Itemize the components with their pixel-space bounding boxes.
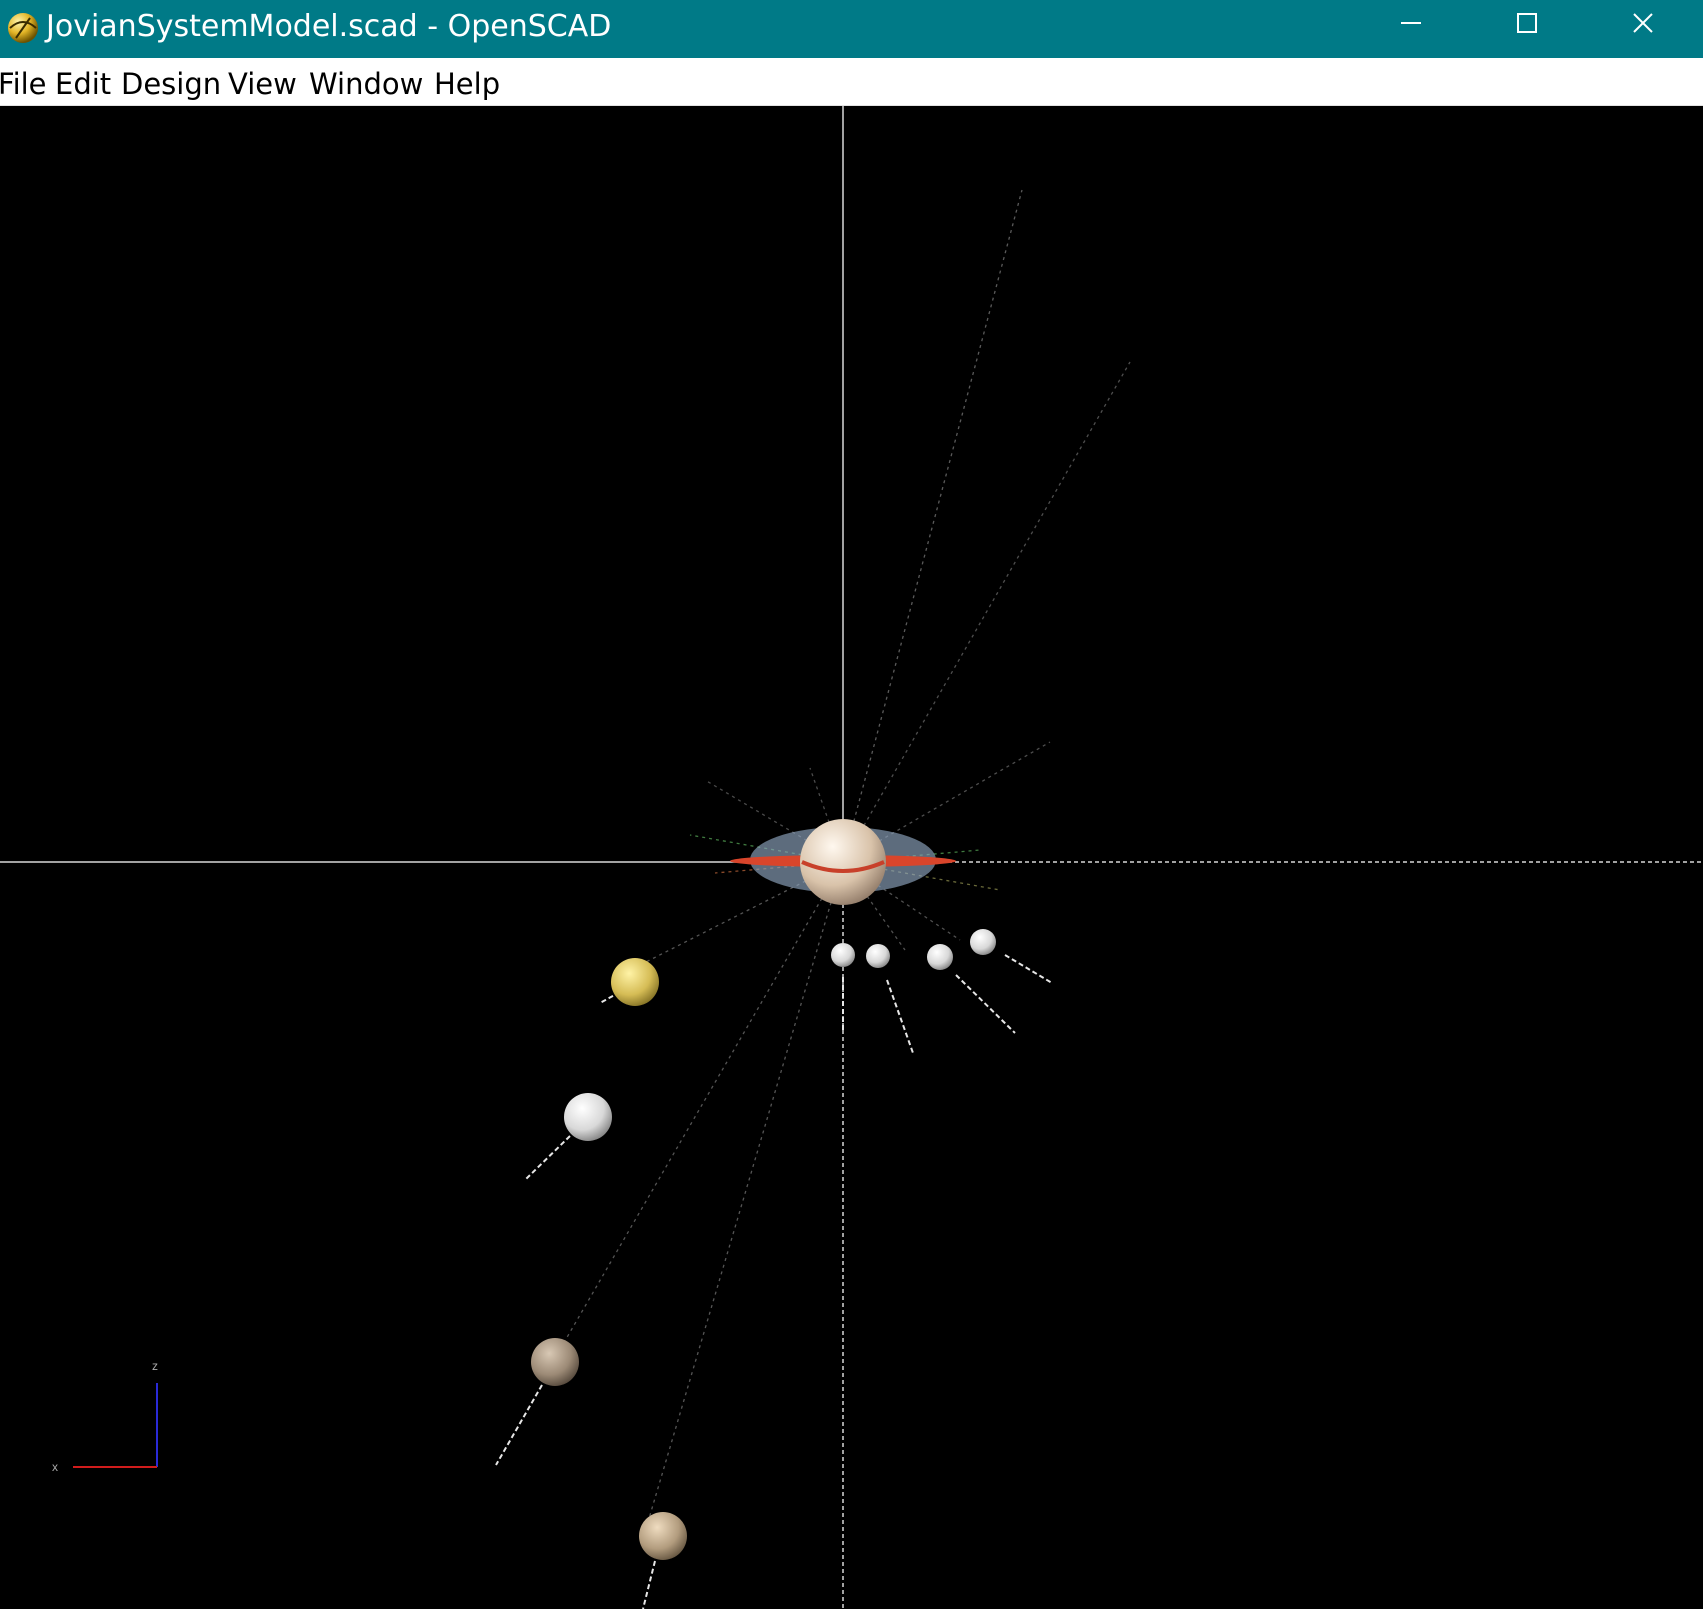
- menu-edit[interactable]: Edit: [55, 58, 111, 106]
- maximize-button[interactable]: [1469, 0, 1585, 46]
- menu-view[interactable]: View: [228, 58, 297, 106]
- openscad-logo-icon: [4, 8, 42, 46]
- z-axis-label: z: [152, 1359, 158, 1373]
- menu-file[interactable]: File: [0, 58, 47, 106]
- jupiter-planet[interactable]: [730, 819, 956, 905]
- moon-europa[interactable]: [564, 1093, 612, 1141]
- moon-callisto[interactable]: [639, 1512, 687, 1560]
- window-title: JovianSystemModel.scad - OpenSCAD: [46, 9, 612, 44]
- menu-window[interactable]: Window: [309, 58, 423, 106]
- moon-inner-2[interactable]: [866, 944, 890, 968]
- moon-ganymede[interactable]: [531, 1338, 579, 1386]
- close-icon: [1633, 13, 1653, 33]
- openscad-window: JovianSystemModel.scad - OpenSCAD File E…: [0, 0, 1703, 1609]
- axes-indicator: z x: [52, 1359, 158, 1474]
- galilean-moons[interactable]: [495, 958, 687, 1609]
- planet-sphere: [800, 819, 886, 905]
- scene-canvas[interactable]: z x: [0, 106, 1703, 1609]
- title-bar[interactable]: JovianSystemModel.scad - OpenSCAD: [0, 0, 1703, 58]
- moon-inner-3[interactable]: [927, 944, 953, 970]
- menu-help[interactable]: Help: [434, 58, 500, 106]
- close-button[interactable]: [1585, 0, 1701, 46]
- moon-inner-1[interactable]: [831, 943, 855, 967]
- 3d-viewport[interactable]: z x: [0, 106, 1703, 1609]
- inner-moons[interactable]: [831, 929, 1053, 1054]
- menu-design[interactable]: Design: [121, 58, 221, 106]
- menu-bar: File Edit Design View Window Help: [0, 58, 1703, 106]
- maximize-icon: [1517, 13, 1537, 33]
- moon-io[interactable]: [611, 958, 659, 1006]
- minimize-button[interactable]: [1353, 0, 1469, 46]
- moon-inner-4[interactable]: [970, 929, 996, 955]
- minimize-icon: [1401, 22, 1421, 24]
- x-axis-label: x: [52, 1460, 58, 1474]
